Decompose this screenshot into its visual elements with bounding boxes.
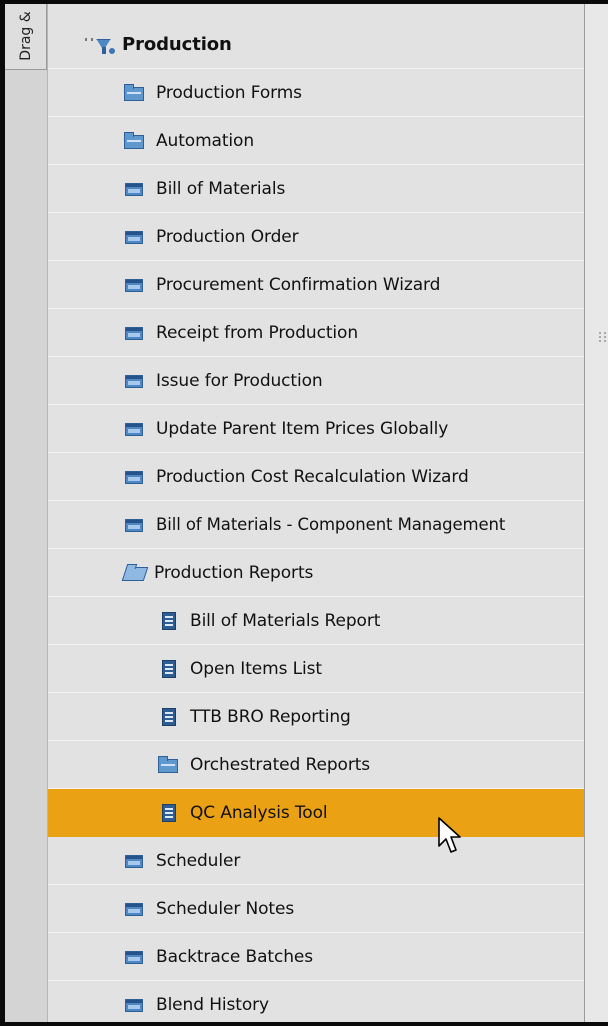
tree-node-procurement-confirmation-wizard[interactable]: Procurement Confirmation Wizard xyxy=(48,261,584,309)
folder-icon xyxy=(158,755,180,774)
tree-node-label: Production xyxy=(122,34,232,55)
tree-node-production-forms[interactable]: Production Forms xyxy=(48,69,584,117)
window-icon xyxy=(124,900,146,918)
tree-node-label: Bill of Materials - Component Management xyxy=(156,515,506,534)
report-icon xyxy=(158,803,180,822)
tree-node-qc-analysis-tool[interactable]: QC Analysis Tool xyxy=(48,789,584,837)
tree-node-label: Receipt from Production xyxy=(156,322,359,343)
window-icon xyxy=(124,276,146,294)
tree-node-label: Blend History xyxy=(156,994,269,1015)
tree-node-bom-component-management[interactable]: Bill of Materials - Component Management xyxy=(48,501,584,549)
tree-node-label: Production Cost Recalculation Wizard xyxy=(156,466,469,487)
drag-handle-tab[interactable]: Drag & xyxy=(5,4,47,70)
tree-node-label: Orchestrated Reports xyxy=(190,754,371,775)
tree-node-label: Production Reports xyxy=(154,562,314,583)
tree-node-label: Bill of Materials Report xyxy=(190,610,381,631)
tree-node-label: Open Items List xyxy=(190,658,322,679)
window-icon xyxy=(124,420,146,438)
tree-node-update-parent-item-prices[interactable]: Update Parent Item Prices Globally xyxy=(48,405,584,453)
mouse-cursor-icon xyxy=(438,817,461,853)
window-icon xyxy=(124,180,146,198)
left-strip xyxy=(5,70,47,1022)
tree-node-bill-of-materials[interactable]: Bill of Materials xyxy=(48,165,584,213)
window-icon xyxy=(124,516,146,534)
window-icon xyxy=(124,948,146,966)
report-icon xyxy=(158,659,180,678)
main-menu-tree: Production Production Forms Automation B… xyxy=(47,4,585,1022)
panel-splitter[interactable] xyxy=(585,4,608,1022)
folder-icon xyxy=(124,83,146,102)
tree-node-orchestrated-reports[interactable]: Orchestrated Reports xyxy=(48,741,584,789)
navigation-window: Drag & Production Production Forms Autom… xyxy=(0,0,608,1026)
tree-node-label: Bill of Materials xyxy=(156,178,286,199)
tree-node-ttb-bro-reporting[interactable]: TTB BRO Reporting xyxy=(48,693,584,741)
tree-node-label: QC Analysis Tool xyxy=(190,802,328,823)
tree-node-label: TTB BRO Reporting xyxy=(190,706,351,727)
tree-node-production-cost-recalculation-wizard[interactable]: Production Cost Recalculation Wizard xyxy=(48,453,584,501)
grip-handle-icon xyxy=(599,332,606,342)
tree-node-scheduler-notes[interactable]: Scheduler Notes xyxy=(48,885,584,933)
window-icon xyxy=(124,468,146,486)
window-icon xyxy=(124,852,146,870)
window-icon xyxy=(124,996,146,1014)
tree-node-bill-of-materials-report[interactable]: Bill of Materials Report xyxy=(48,597,584,645)
tree-node-label: Production Order xyxy=(156,226,299,247)
tree-node-label: Procurement Confirmation Wizard xyxy=(156,274,441,295)
window-icon xyxy=(124,324,146,342)
tree-node-issue-for-production[interactable]: Issue for Production xyxy=(48,357,584,405)
window-icon xyxy=(124,372,146,390)
tree-node-production[interactable]: Production xyxy=(48,21,584,69)
tree-node-label: Update Parent Item Prices Globally xyxy=(156,418,449,439)
tree-node-label: Scheduler xyxy=(156,850,241,871)
tree-node-label: Backtrace Batches xyxy=(156,946,314,967)
drag-tab-label: Drag & xyxy=(18,11,34,61)
production-icon xyxy=(85,36,119,54)
report-icon xyxy=(158,707,180,726)
tree-node-production-order[interactable]: Production Order xyxy=(48,213,584,261)
tree-node-label: Production Forms xyxy=(156,82,302,103)
folder-icon xyxy=(124,131,146,150)
tree-node-open-items-list[interactable]: Open Items List xyxy=(48,645,584,693)
tree-node-scheduler[interactable]: Scheduler xyxy=(48,837,584,885)
tree-node-receipt-from-production[interactable]: Receipt from Production xyxy=(48,309,584,357)
tree-node-label: Scheduler Notes xyxy=(156,898,295,919)
tree-node-backtrace-batches[interactable]: Backtrace Batches xyxy=(48,933,584,981)
tree-node-production-reports[interactable]: Production Reports xyxy=(48,549,584,597)
window-icon xyxy=(124,228,146,246)
tree-node-blend-history[interactable]: Blend History xyxy=(48,981,584,1022)
folder-open-icon xyxy=(121,564,149,582)
report-icon xyxy=(158,611,180,630)
tree-node-automation[interactable]: Automation xyxy=(48,117,584,165)
tree-node-label: Issue for Production xyxy=(156,370,323,391)
tree-node-label: Automation xyxy=(156,130,255,151)
